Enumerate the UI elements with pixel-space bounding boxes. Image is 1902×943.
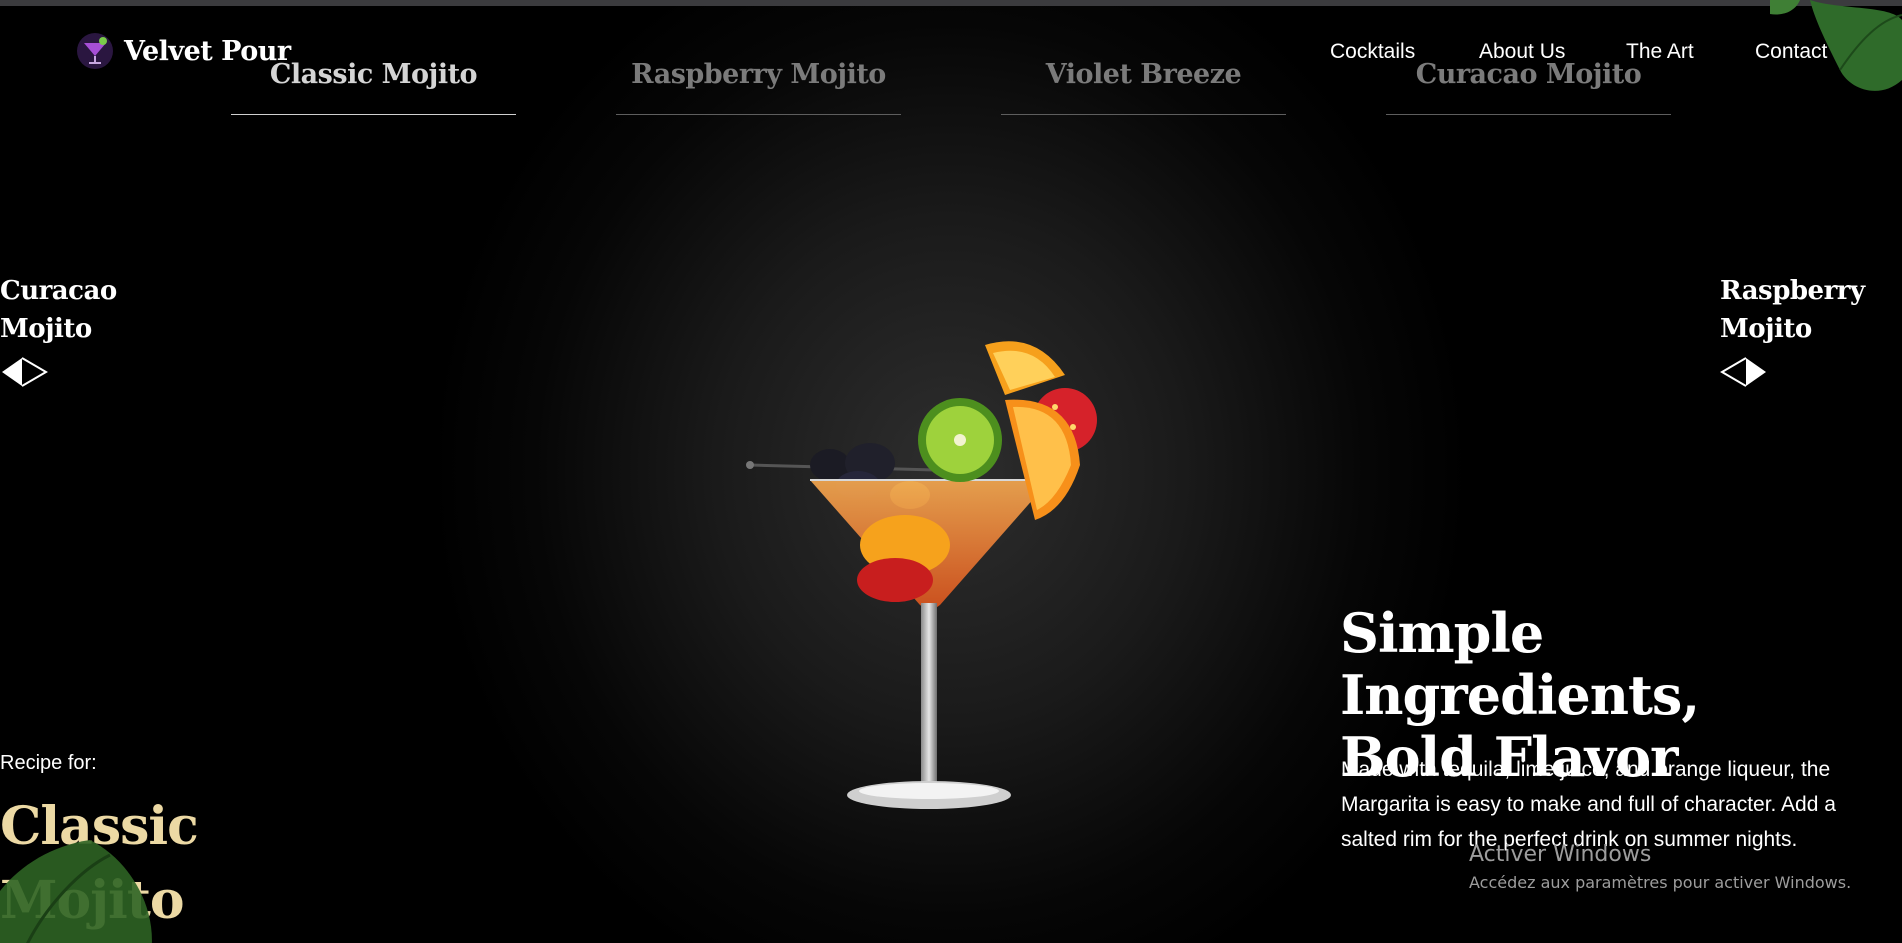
cocktail-image: [746, 341, 1097, 809]
arrow-left-icon[interactable]: [0, 356, 48, 388]
next-label-line1: Raspberry: [1720, 276, 1865, 306]
windows-activation-watermark: Activer Windows Accédez aux paramètres p…: [1469, 842, 1851, 898]
next-label-line2: Mojito: [1720, 314, 1812, 344]
tab-curacao-mojito[interactable]: Curacao Mojito: [1386, 55, 1671, 115]
next-cocktail-label: Raspberry Mojito: [1720, 272, 1880, 348]
prev-label-line2: Mojito: [0, 314, 92, 344]
feature-title-line1: Simple Ingredients,: [1340, 601, 1700, 727]
next-cocktail[interactable]: Raspberry Mojito: [1720, 272, 1880, 392]
prev-cocktail-label: Curacao Mojito: [0, 272, 160, 348]
hero-section: Velvet Pour Classic Mojito Raspberry Moj…: [0, 0, 1902, 943]
cocktail-glass-icon: [77, 33, 113, 69]
prev-label-line1: Curacao: [0, 276, 117, 306]
tab-classic-mojito[interactable]: Classic Mojito: [231, 55, 516, 115]
arrow-right-icon[interactable]: [1720, 356, 1768, 388]
tab-violet-breeze[interactable]: Violet Breeze: [1001, 55, 1286, 115]
nav-cocktails[interactable]: Cocktails: [1330, 40, 1415, 64]
watermark-title: Activer Windows: [1469, 842, 1652, 867]
prev-cocktail[interactable]: Curacao Mojito: [0, 272, 160, 392]
recipe-label: Recipe for:: [0, 752, 97, 774]
nav-about-us[interactable]: About Us: [1479, 40, 1565, 64]
watermark-subtitle: Accédez aux paramètres pour activer Wind…: [1469, 873, 1852, 892]
nav-the-art[interactable]: The Art: [1626, 40, 1694, 64]
top-border: [0, 0, 1902, 6]
tab-raspberry-mojito[interactable]: Raspberry Mojito: [616, 55, 901, 115]
leaf-decoration-icon: [0, 840, 152, 943]
nav-contact[interactable]: Contact: [1755, 40, 1827, 64]
